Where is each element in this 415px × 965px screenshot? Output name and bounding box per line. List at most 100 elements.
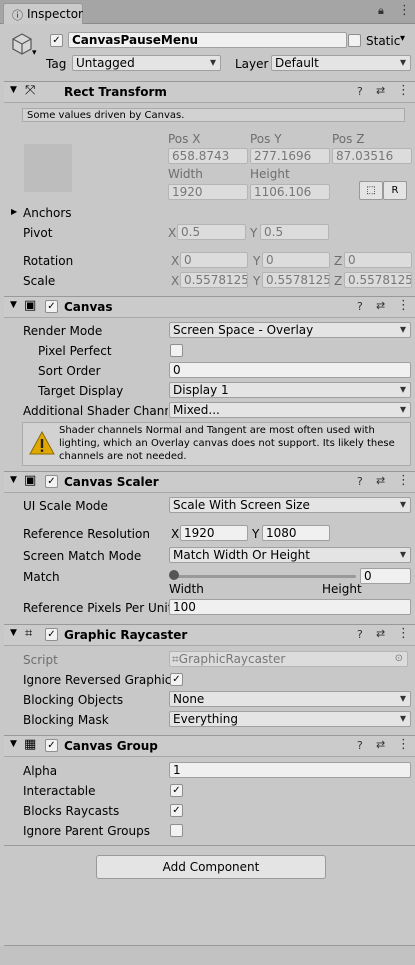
warning-text: Shader channels Normal and Tangent are m… — [59, 425, 395, 462]
render-mode-dropdown[interactable]: Screen Space - Overlay — [169, 322, 411, 338]
component-menu-icon[interactable]: ⋮ — [397, 298, 410, 313]
gameobject-icon[interactable] — [10, 32, 34, 56]
static-label: Static — [366, 34, 401, 48]
blueprint-mode-button[interactable]: ⬚ — [359, 181, 383, 200]
raw-edit-button[interactable]: R — [383, 181, 407, 200]
component-enabled-checkbox[interactable]: ✓ — [45, 739, 58, 752]
active-checkbox[interactable]: ✓ — [50, 34, 63, 47]
ref-ppu-input[interactable]: 100 — [169, 599, 411, 615]
help-icon[interactable]: ? — [357, 628, 363, 641]
tag-dropdown[interactable]: Untagged — [72, 55, 221, 71]
pivot-y-input[interactable]: 0.5 — [260, 224, 329, 240]
shader-warning-box: Shader channels Normal and Tangent are m… — [22, 422, 411, 466]
component-menu-icon[interactable]: ⋮ — [397, 626, 410, 641]
scale-x-label: X — [171, 274, 180, 288]
blocking-mask-dropdown[interactable]: Everything — [169, 711, 411, 727]
help-icon[interactable]: ? — [357, 300, 363, 313]
ui-scale-mode-dropdown[interactable]: Scale With Screen Size — [169, 497, 411, 513]
tab-inspector[interactable]: ⓘ Inspector — [3, 3, 83, 24]
rot-z-label: Z — [334, 254, 343, 268]
layer-dropdown[interactable]: Default — [271, 55, 411, 71]
component-menu-icon[interactable]: ⋮ — [397, 473, 410, 488]
screen-match-mode-dropdown[interactable]: Match Width Or Height — [169, 547, 411, 563]
presets-icon[interactable]: ⇄ — [376, 627, 385, 640]
ref-x-input[interactable]: 1920 — [180, 525, 248, 541]
ignore-parent-checkbox[interactable] — [170, 824, 183, 837]
pos-z-label: Pos Z — [332, 132, 365, 146]
canvas-header[interactable]: ▼ ▣ ✓ Canvas ? ⇄ ⋮ — [4, 296, 415, 318]
interactable-checkbox[interactable]: ✓ — [170, 784, 183, 797]
foldout-arrow-icon[interactable]: ▼ — [10, 475, 17, 485]
pos-x-input[interactable]: 658.8743 — [168, 148, 248, 164]
help-icon[interactable]: ? — [357, 739, 363, 752]
presets-icon[interactable]: ⇄ — [376, 738, 385, 751]
target-display-dropdown[interactable]: Display 1 — [169, 382, 411, 398]
object-name-input[interactable]: CanvasPauseMenu — [68, 32, 347, 48]
pixel-perfect-label: Pixel Perfect — [38, 344, 112, 358]
foldout-arrow-icon[interactable]: ▼ — [10, 85, 17, 95]
shader-channels-dropdown[interactable]: Mixed... — [169, 402, 411, 418]
alpha-input[interactable]: 1 — [169, 762, 411, 778]
component-menu-icon[interactable]: ⋮ — [397, 737, 410, 752]
presets-icon[interactable]: ⇄ — [376, 84, 385, 97]
canvas-scaler-header[interactable]: ▼ ▣ ✓ Canvas Scaler ? ⇄ ⋮ — [4, 471, 415, 493]
pos-y-label: Pos Y — [250, 132, 282, 146]
menu-icon[interactable]: ⋮ — [398, 3, 411, 18]
rot-y-input[interactable]: 0 — [262, 252, 330, 268]
width-input[interactable]: 1920 — [168, 184, 248, 200]
match-input[interactable]: 0 — [360, 568, 411, 584]
static-dropdown-icon[interactable]: ▾ — [400, 33, 405, 44]
scale-x-input[interactable]: 0.5578125 — [180, 272, 248, 288]
scale-z-input[interactable]: 0.5578125 — [344, 272, 412, 288]
pixel-perfect-checkbox[interactable] — [170, 344, 183, 357]
component-enabled-checkbox[interactable]: ✓ — [45, 628, 58, 641]
rot-x-input[interactable]: 0 — [180, 252, 248, 268]
rect-transform-header[interactable]: ▼ ⤧ Rect Transform ? ⇄ ⋮ — [4, 81, 415, 103]
add-component-button[interactable]: Add Component — [96, 855, 326, 879]
static-checkbox[interactable] — [348, 34, 361, 47]
foldout-arrow-icon[interactable]: ▼ — [10, 628, 17, 638]
component-title: Rect Transform — [64, 85, 167, 99]
alpha-label: Alpha — [23, 764, 58, 778]
component-enabled-checkbox[interactable]: ✓ — [45, 300, 58, 313]
presets-icon[interactable]: ⇄ — [376, 299, 385, 312]
pos-y-input[interactable]: 277.1696 — [250, 148, 330, 164]
anchors-label[interactable]: Anchors — [23, 206, 72, 220]
ref-y-input[interactable]: 1080 — [262, 525, 330, 541]
anchors-foldout-icon[interactable]: ▶ — [11, 207, 17, 216]
match-slider-thumb[interactable] — [169, 570, 179, 580]
component-enabled-checkbox[interactable]: ✓ — [45, 475, 58, 488]
height-input[interactable]: 1106.106 — [250, 184, 330, 200]
ui-scale-mode-label: UI Scale Mode — [23, 499, 108, 513]
help-icon[interactable]: ? — [357, 475, 363, 488]
pivot-x-input[interactable]: 0.5 — [177, 224, 246, 240]
help-icon[interactable]: ? — [357, 85, 363, 98]
graphic-raycaster-header[interactable]: ▼ ⌗ ✓ Graphic Raycaster ? ⇄ ⋮ — [4, 624, 415, 646]
pos-z-input[interactable]: 87.03516 — [332, 148, 412, 164]
component-menu-icon[interactable]: ⋮ — [397, 83, 410, 98]
lock-icon[interactable]: 🔒︎ — [378, 4, 384, 18]
chevron-down-icon[interactable]: ▾ — [32, 48, 37, 58]
blocks-raycasts-checkbox[interactable]: ✓ — [170, 804, 183, 817]
canvas-group-header[interactable]: ▼ ▦ ✓ Canvas Group ? ⇄ ⋮ — [4, 735, 415, 757]
sort-order-input[interactable]: 0 — [169, 362, 411, 378]
canvas-component-icon: ▣ — [24, 298, 37, 313]
ignore-reversed-checkbox[interactable]: ✓ — [170, 673, 183, 686]
scale-y-input[interactable]: 0.5578125 — [262, 272, 330, 288]
foldout-arrow-icon[interactable]: ▼ — [10, 300, 17, 310]
ref-ppu-label: Reference Pixels Per Unit — [23, 601, 173, 615]
script-field[interactable]: ⌗GraphicRaycaster ⊙ — [169, 651, 408, 667]
presets-icon[interactable]: ⇄ — [376, 474, 385, 487]
blocking-mask-label: Blocking Mask — [23, 713, 109, 727]
rot-z-input[interactable]: 0 — [344, 252, 412, 268]
render-mode-label: Render Mode — [23, 324, 103, 338]
interactable-label: Interactable — [23, 784, 96, 798]
object-picker-icon[interactable]: ⊙ — [395, 652, 403, 666]
info-icon: ⓘ — [12, 9, 23, 22]
match-slider-track[interactable] — [172, 575, 356, 578]
blocking-objects-label: Blocking Objects — [23, 693, 124, 707]
blocking-objects-dropdown[interactable]: None — [169, 691, 411, 707]
match-label: Match — [23, 570, 60, 584]
anchor-preset-widget[interactable] — [24, 144, 72, 192]
foldout-arrow-icon[interactable]: ▼ — [10, 739, 17, 749]
